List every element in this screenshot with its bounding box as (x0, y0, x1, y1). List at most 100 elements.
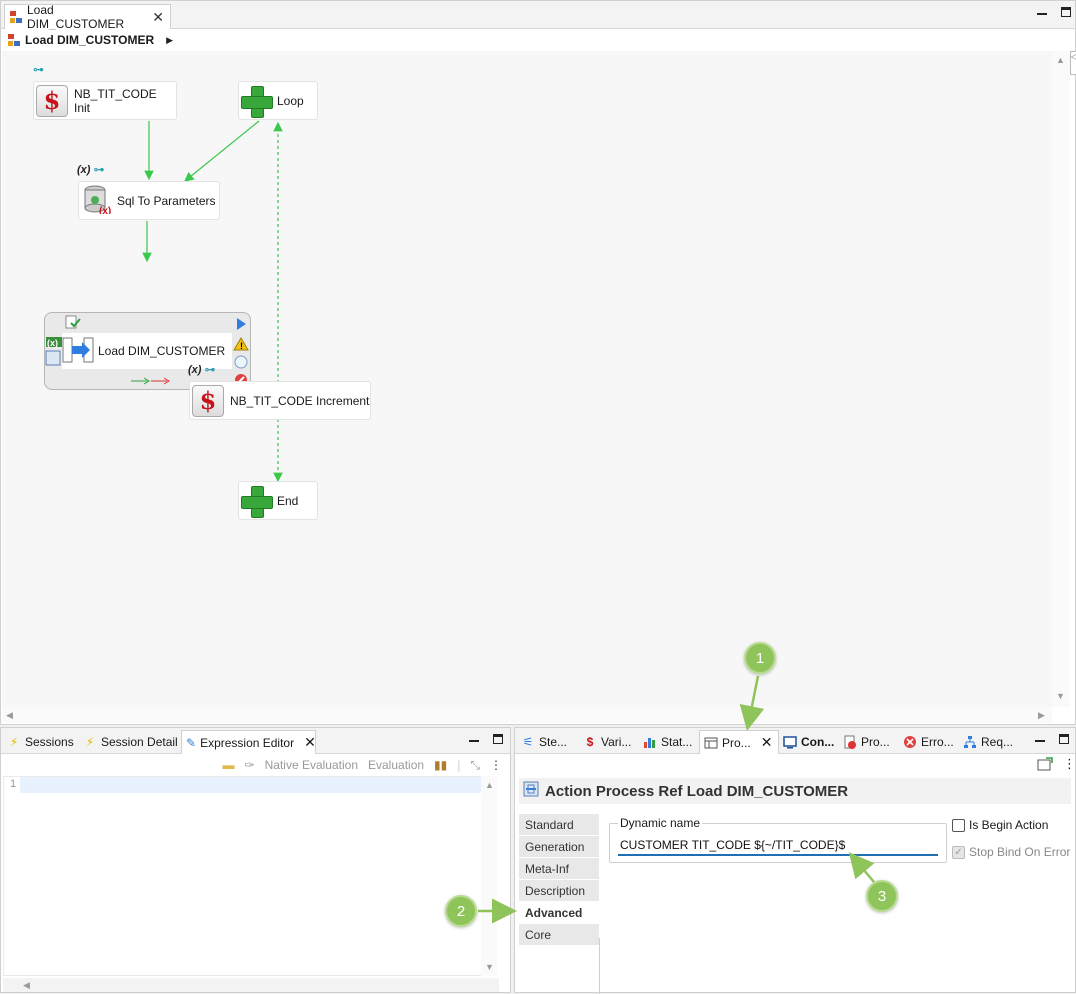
tab-expression-editor[interactable]: ✎ Expression Editor ✕ (181, 730, 316, 754)
node-label: NB_TIT_CODE Init (74, 86, 157, 115)
warning-icon[interactable]: ! (233, 337, 249, 354)
tab-statistics[interactable]: Stat... (639, 730, 696, 754)
variable-mapping-icon: (x) (45, 335, 63, 370)
minimize-icon[interactable] (1035, 740, 1045, 742)
close-icon[interactable]: ✕ (152, 9, 164, 26)
dynamic-name-input[interactable] (618, 836, 938, 856)
close-icon[interactable]: ✕ (761, 734, 773, 751)
evaluation-button[interactable]: Evaluation (368, 758, 424, 772)
expression-horizontal-scrollbar[interactable]: ◀ (3, 978, 499, 992)
editor-tab-label: Load DIM_CUSTOMER (27, 3, 125, 31)
node-sql-to-parameters[interactable]: (x) Sql To Parameters (78, 181, 220, 220)
nav-core[interactable]: Core (519, 924, 599, 946)
node-label: NB_TIT_CODE Increment (230, 393, 370, 408)
side-panel-handle-icon[interactable]: ◁ (1070, 51, 1076, 75)
scroll-right-icon[interactable]: ▶ (1038, 710, 1045, 721)
scroll-down-icon[interactable]: ▼ (1056, 691, 1065, 701)
view-menu-icon[interactable]: ⋮ (1063, 756, 1076, 772)
tab-console[interactable]: Con... (779, 730, 838, 754)
is-begin-action-checkbox[interactable]: Is Begin Action (952, 818, 1048, 832)
breadcrumb-label[interactable]: Load DIM_CUSTOMER (25, 33, 154, 47)
variable-badge: (x) ⊶ (77, 163, 104, 177)
process-icon (9, 10, 23, 24)
tab-requests[interactable]: Req... (959, 730, 1017, 754)
tab-variables[interactable]: $ Vari... (579, 730, 635, 754)
minimize-icon[interactable] (469, 740, 479, 742)
node-label: End (277, 493, 299, 508)
checkbox-label: Stop Bind On Error (969, 845, 1071, 859)
tab-problems[interactable]: Pro... (839, 730, 894, 754)
svg-text:!: ! (240, 341, 243, 351)
stop-bind-on-error-checkbox[interactable]: ✓ Stop Bind On Error (952, 845, 1070, 859)
node-loop[interactable]: Loop (238, 81, 318, 120)
view-menu-icon[interactable]: ⋮ (490, 758, 502, 772)
canvas-horizontal-scrollbar[interactable]: ◀ ▶ (2, 707, 1052, 723)
play-icon[interactable] (235, 317, 247, 334)
circle-status-icon[interactable] (234, 355, 248, 372)
properties-panel: ⚟ Ste... $ Vari... Stat... Pro... ✕ Con.… (514, 727, 1076, 994)
left-panel-tab-bar: ⚡ Sessions ⚡ Session Detail ✎ Expression… (1, 728, 510, 754)
checkbox-label: Is Begin Action (969, 818, 1049, 832)
dollar-variable-icon: $ (36, 84, 68, 117)
checkbox[interactable] (952, 818, 965, 832)
lock-icon[interactable]: ▬ (223, 758, 235, 772)
tab-label: Pro... (861, 735, 890, 749)
node-label: Loop (277, 93, 304, 108)
breadcrumb-arrow-icon[interactable]: ▶ (166, 35, 173, 46)
right-panel-window-controls (1035, 734, 1069, 744)
tab-session-detail[interactable]: ⚡ Session Detail (79, 730, 182, 754)
close-icon[interactable]: ✕ (304, 734, 316, 751)
tab-properties[interactable]: Pro... ✕ (699, 730, 779, 754)
expression-text-area[interactable]: 1 (3, 776, 487, 976)
scroll-up-icon[interactable]: ▲ (485, 780, 494, 790)
nav-generation[interactable]: Generation (519, 836, 599, 858)
maximize-icon[interactable] (1059, 734, 1069, 744)
node-end[interactable]: End (238, 481, 318, 520)
console-icon (783, 735, 797, 749)
bar-chart-icon (643, 735, 657, 749)
expression-vertical-scrollbar[interactable]: ▲ ▼ (481, 776, 497, 976)
editor-tab-load-dim-customer[interactable]: Load DIM_CUSTOMER ✕ (4, 3, 171, 31)
canvas-vertical-scrollbar[interactable]: ▲ ▼ (1052, 51, 1070, 707)
tab-label: Sessions (25, 735, 74, 749)
properties-nav: Standard Generation Meta-Inf Description… (519, 814, 599, 946)
nav-divider (599, 938, 600, 994)
checkbox-checked-disabled[interactable]: ✓ (952, 845, 965, 859)
process-editor: Load DIM_CUSTOMER ✕ Load DIM_CUSTOMER ▶ … (0, 0, 1076, 725)
nav-description[interactable]: Description (519, 880, 599, 902)
tab-label: Req... (981, 735, 1014, 749)
minimize-icon[interactable] (1037, 13, 1047, 15)
error-icon (903, 735, 917, 749)
pin-editor-icon[interactable] (1037, 757, 1053, 774)
node-load-dim-customer[interactable]: (x) Load DIM_CUSTOMER ! (44, 312, 251, 390)
tab-label: Con... (801, 735, 835, 749)
node-nb-tit-code-init[interactable]: $ NB_TIT_CODE Init (33, 81, 177, 120)
nav-meta-inf[interactable]: Meta-Inf (519, 858, 599, 880)
scroll-down-icon[interactable]: ▼ (485, 962, 494, 972)
wrench-icon[interactable]: ✑ (245, 758, 255, 772)
hierarchy-icon (963, 735, 977, 749)
library-icon[interactable]: ▮▮ (434, 758, 447, 772)
tab-errors[interactable]: Erro... (899, 730, 958, 754)
right-panel-tab-bar: ⚟ Ste... $ Vari... Stat... Pro... ✕ Con.… (515, 728, 1075, 754)
maximize-icon[interactable] (1061, 7, 1071, 17)
nav-standard[interactable]: Standard (519, 814, 599, 836)
current-line-highlight (20, 777, 482, 793)
expression-editor-toolbar: ▬ ✑ Native Evaluation Evaluation ▮▮ | ⤡ … (1, 754, 510, 776)
lightning-icon: ⚡ (9, 735, 19, 749)
callout-2: 2 (445, 895, 477, 927)
callout-3: 3 (866, 880, 898, 912)
green-plus-icon (241, 85, 273, 118)
diagram-canvas[interactable]: ⊶ $ NB_TIT_CODE Init Loop (x) ⊶ (x) Sql … (2, 51, 1052, 707)
tab-sessions[interactable]: ⚡ Sessions (3, 730, 78, 754)
action-process-icon (523, 781, 539, 801)
collapse-icon[interactable]: ⤡ (470, 758, 480, 773)
maximize-icon[interactable] (493, 734, 503, 744)
node-nb-tit-code-increment[interactable]: $ NB_TIT_CODE Increment (189, 381, 371, 420)
tab-steps[interactable]: ⚟ Ste... (517, 730, 571, 754)
scroll-left-icon[interactable]: ◀ (6, 710, 13, 721)
native-evaluation-button[interactable]: Native Evaluation (265, 758, 358, 772)
scroll-left-icon[interactable]: ◀ (23, 980, 30, 991)
scroll-up-icon[interactable]: ▲ (1056, 55, 1065, 65)
nav-advanced[interactable]: Advanced (519, 902, 599, 924)
